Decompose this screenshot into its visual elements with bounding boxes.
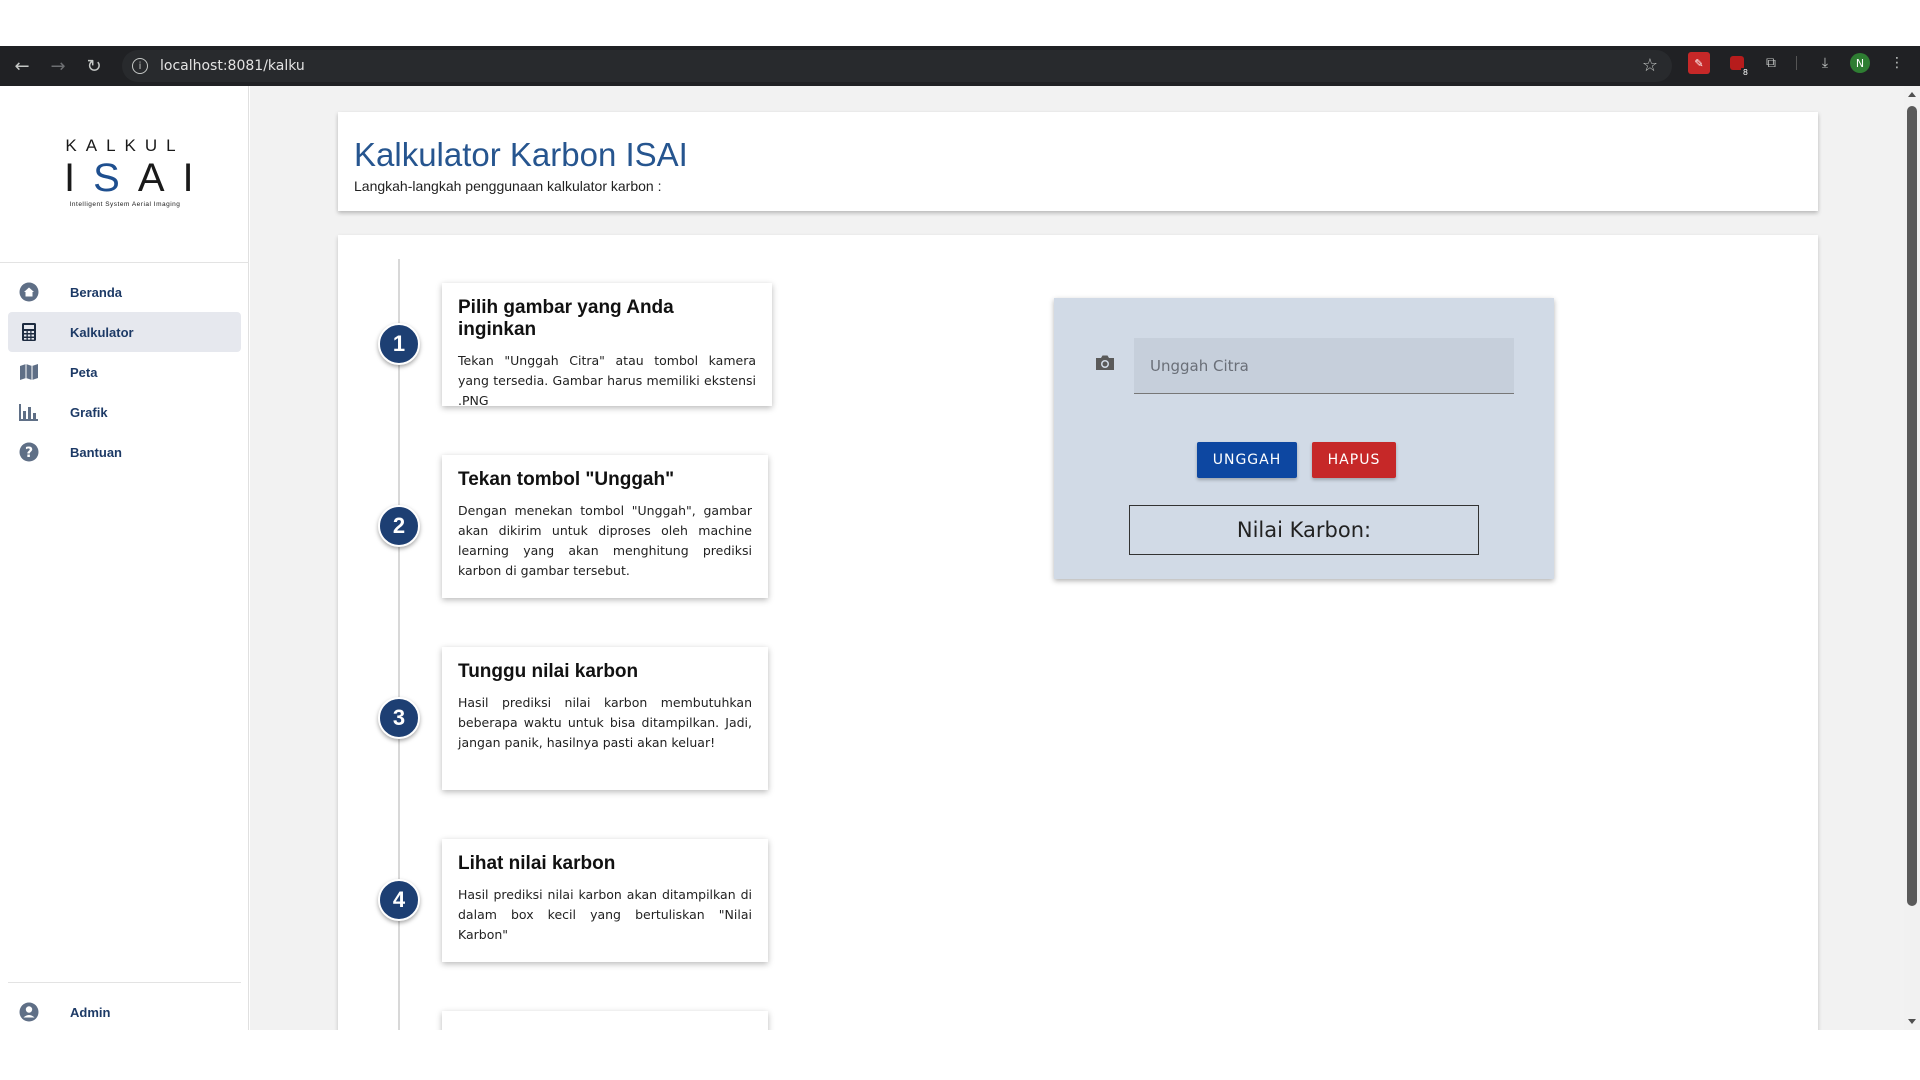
sidebar-item-label: Kalkulator <box>70 324 134 340</box>
extension-badge-count: 8 <box>1740 68 1750 77</box>
upload-image-field[interactable] <box>1134 338 1514 394</box>
main-content: Kalkulator Karbon ISAI Langkah-langkah p… <box>250 86 1904 1030</box>
step-card-2: Tekan tombol "Unggah" Dengan menekan tom… <box>442 455 768 598</box>
sidebar-divider <box>0 262 249 263</box>
browser-menu-icon[interactable]: ⋮ <box>1886 52 1908 74</box>
extension-badge-icon[interactable]: 8 <box>1726 52 1750 77</box>
browser-toolbar: ← → ↻ i localhost:8081/kalku ☆ <box>0 46 1920 86</box>
sidebar-item-label: Beranda <box>70 284 123 300</box>
step-description: Hasil prediksi nilai karbon membutuhkan … <box>458 695 752 750</box>
logo-main-text: ISAI <box>64 156 212 200</box>
address-bar[interactable]: i localhost:8081/kalku ☆ <box>122 50 1672 82</box>
calculator-icon <box>18 321 40 343</box>
step-description: Tekan "Unggah Citra" atau tombol kamera … <box>458 353 756 408</box>
window-top-area <box>0 0 1920 46</box>
logo-tagline: Intelligent System Aerial Imaging <box>69 201 181 208</box>
scroll-down-arrow-icon[interactable] <box>1908 1019 1916 1024</box>
svg-text:?: ? <box>25 445 33 461</box>
logo-top-text: KALKUL <box>65 136 185 155</box>
sidebar-item-label: Peta <box>70 364 98 380</box>
bookmark-star-icon[interactable]: ☆ <box>1642 55 1658 76</box>
sidebar-item-label: Bantuan <box>70 444 122 460</box>
scroll-up-arrow-icon[interactable] <box>1908 92 1916 97</box>
extensions-puzzle-icon[interactable]: ⧉ <box>1760 52 1782 74</box>
step-description: Hasil prediksi nilai karbon akan ditampi… <box>458 887 752 942</box>
profile-avatar[interactable]: N <box>1850 53 1870 73</box>
step-title: Lihat nilai karbon <box>458 853 616 874</box>
step-card-5-partial <box>442 1011 768 1030</box>
step-number-2: 2 <box>378 505 420 547</box>
toolbar-divider <box>1796 56 1797 70</box>
header-card: Kalkulator Karbon ISAI Langkah-langkah p… <box>338 112 1818 211</box>
chart-icon <box>18 401 40 423</box>
step-title: Pilih gambar yang Anda inginkan <box>458 297 674 340</box>
step-number-1: 1 <box>378 323 420 365</box>
sidebar-item-label: Admin <box>70 1004 111 1020</box>
forward-arrow-icon[interactable]: → <box>40 46 76 86</box>
step-number-4: 4 <box>378 879 420 921</box>
sidebar-menu: Beranda Kalkulator Peta Grafik ? Bantuan <box>8 272 241 472</box>
camera-icon[interactable] <box>1094 354 1116 372</box>
sidebar: KALKUL ISAI Intelligent System Aerial Im… <box>0 86 249 1030</box>
step-title: Tunggu nilai karbon <box>458 661 639 682</box>
page-scrollbar[interactable] <box>1904 86 1920 1030</box>
sidebar-item-peta[interactable]: Peta <box>8 352 241 392</box>
sidebar-item-admin[interactable]: Admin <box>8 992 241 1032</box>
step-title: Tekan tombol "Unggah" <box>458 469 675 490</box>
sidebar-item-beranda[interactable]: Beranda <box>8 272 241 312</box>
site-info-icon[interactable]: i <box>132 58 148 74</box>
scrollbar-thumb[interactable] <box>1907 106 1917 906</box>
url-text[interactable]: localhost:8081/kalku <box>160 58 305 74</box>
reload-icon[interactable]: ↻ <box>76 46 112 86</box>
sidebar-item-label: Grafik <box>70 404 108 420</box>
upload-button[interactable]: UNGGAH <box>1197 442 1297 478</box>
map-icon <box>18 361 40 383</box>
upload-image-input[interactable] <box>1134 338 1514 393</box>
help-icon: ? <box>18 441 40 463</box>
sidebar-bottom-divider <box>8 982 241 983</box>
carbon-value-box: Nilai Karbon: <box>1129 505 1479 555</box>
page-title: Kalkulator Karbon ISAI <box>354 136 688 173</box>
home-icon <box>18 281 40 303</box>
extension-red-icon[interactable]: ✎ <box>1688 52 1710 74</box>
delete-button[interactable]: HAPUS <box>1312 442 1396 478</box>
step-description: Dengan menekan tombol "Unggah", gambar a… <box>458 503 752 578</box>
sidebar-item-grafik[interactable]: Grafik <box>8 392 241 432</box>
step-card-4: Lihat nilai karbon Hasil prediksi nilai … <box>442 839 768 962</box>
back-arrow-icon[interactable]: ← <box>4 46 40 86</box>
account-icon <box>18 1001 40 1023</box>
upload-panel: UNGGAH HAPUS Nilai Karbon: <box>1054 298 1554 579</box>
page-subtitle: Langkah-langkah penggunaan kalkulator ka… <box>354 178 662 194</box>
download-icon[interactable]: ⤓ <box>1814 52 1836 74</box>
app-logo[interactable]: KALKUL ISAI Intelligent System Aerial Im… <box>50 136 200 216</box>
sidebar-admin: Admin <box>8 992 241 1032</box>
sidebar-item-kalkulator[interactable]: Kalkulator <box>8 312 241 352</box>
content-card: 1 Pilih gambar yang Anda inginkan Tekan … <box>338 235 1818 1030</box>
step-card-1: Pilih gambar yang Anda inginkan Tekan "U… <box>442 283 772 408</box>
sidebar-item-bantuan[interactable]: ? Bantuan <box>8 432 241 472</box>
step-card-3: Tunggu nilai karbon Hasil prediksi nilai… <box>442 647 768 790</box>
step-number-3: 3 <box>378 697 420 739</box>
